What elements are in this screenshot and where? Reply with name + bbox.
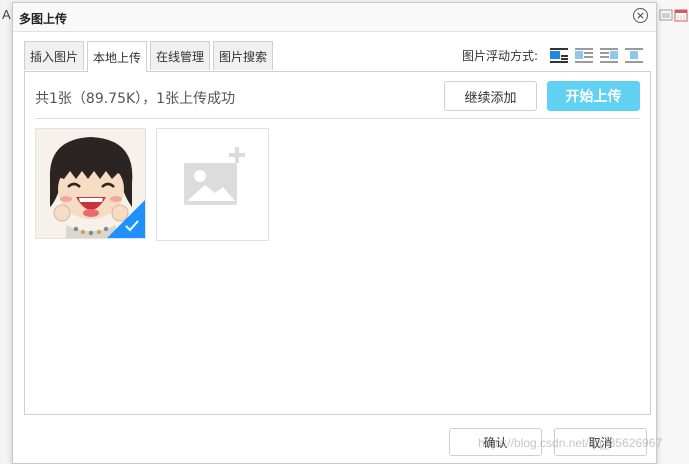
screen: A 多图上传 × 插入图片 本地上传 在线管理 图片搜索 图片浮动方式: 共1张… [0,0,689,464]
float-label: 图片浮动方式: [461,49,538,63]
continue-add-button[interactable]: 继续添加 [444,81,537,111]
confirm-button[interactable]: 确认 [449,428,542,456]
tab-label: 在线管理 [156,49,205,64]
tab-image-search[interactable]: 图片搜索 [213,41,274,70]
align-left-icon[interactable] [574,48,594,63]
upload-status-row: 共1张（89.75K），1张上传成功 继续添加 开始上传 [35,80,640,119]
align-right-icon[interactable] [599,48,619,63]
local-upload-panel: 共1张（89.75K），1张上传成功 继续添加 开始上传 [24,71,651,415]
tab-bar: 插入图片 本地上传 在线管理 图片搜索 [24,41,276,72]
tab-local-upload[interactable]: 本地上传 [87,41,148,72]
align-none-icon[interactable] [549,48,569,63]
check-icon [125,220,139,232]
close-button[interactable]: × [633,8,648,23]
tab-label: 图片搜索 [219,49,268,64]
cancel-button[interactable]: 取消 [554,428,647,456]
calendar-icon[interactable] [674,8,688,22]
background-toolbar-glyph: A [2,7,11,22]
start-upload-button[interactable]: 开始上传 [547,81,640,111]
multi-image-upload-dialog: 多图上传 × 插入图片 本地上传 在线管理 图片搜索 图片浮动方式: 共1张（8… [12,2,657,464]
align-center-icon[interactable] [624,48,644,63]
tab-label: 插入图片 [30,49,79,64]
image-tool-icon[interactable] [659,8,673,22]
tab-insert-image[interactable]: 插入图片 [24,41,85,70]
upload-status-text: 共1张（89.75K），1张上传成功 [35,91,236,107]
add-image-tile[interactable] [156,128,269,241]
background-app-edge: A [0,0,12,464]
uploaded-image-thumbnail[interactable] [35,128,146,239]
close-icon: × [635,9,646,22]
dialog-title: 多图上传 [19,12,68,26]
tab-online-manage[interactable]: 在线管理 [150,41,211,70]
float-alignment-bar: 图片浮动方式: [462,47,644,64]
background-app-toolbar [657,0,689,464]
add-image-icon [184,147,245,205]
tab-label: 本地上传 [93,50,142,65]
dialog-titlebar[interactable]: 多图上传 × [13,3,656,32]
